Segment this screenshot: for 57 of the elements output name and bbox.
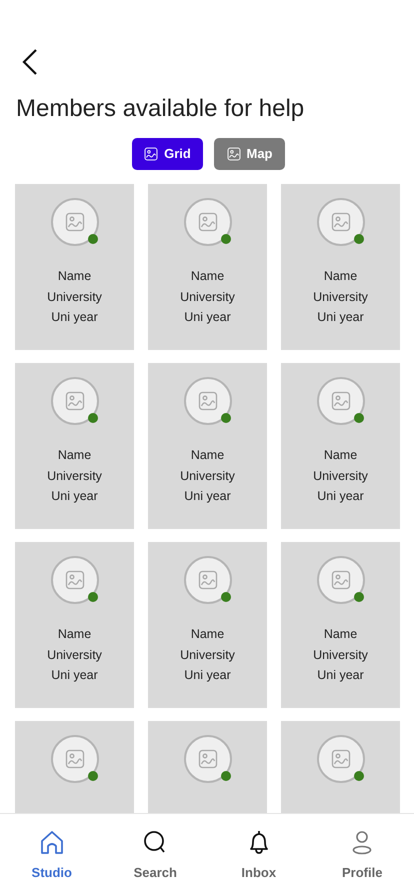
- image-icon: [330, 391, 350, 411]
- image-icon: [198, 749, 218, 769]
- image-icon: [330, 212, 350, 232]
- image-icon: [64, 749, 84, 769]
- image-icon: [64, 212, 84, 232]
- member-year: Uni year: [51, 667, 98, 684]
- member-card[interactable]: Name University Uni year: [15, 542, 134, 708]
- member-card[interactable]: Name University Uni year: [148, 542, 267, 708]
- nav-tab[interactable]: Studio: [0, 814, 104, 896]
- view-toggle-button[interactable]: Grid: [132, 138, 203, 170]
- member-year: Uni year: [184, 309, 231, 326]
- member-university: University: [47, 646, 102, 664]
- member-year: Uni year: [317, 488, 364, 505]
- member-year: Uni year: [51, 309, 98, 326]
- image-icon: [198, 391, 218, 411]
- member-year: Uni year: [184, 488, 231, 505]
- member-university: University: [180, 288, 235, 306]
- member-name: Name: [324, 268, 358, 285]
- member-card[interactable]: Name University Uni year: [148, 363, 267, 529]
- member-name: Name: [190, 626, 224, 643]
- image-icon: [330, 749, 350, 769]
- member-card[interactable]: Name University Uni year: [281, 363, 400, 529]
- image-icon: [64, 570, 84, 590]
- member-card[interactable]: Name University Uni year: [15, 363, 134, 529]
- member-year: Uni year: [184, 667, 231, 684]
- image-icon: [198, 570, 218, 590]
- member-university: University: [180, 646, 235, 664]
- member-university: University: [47, 468, 102, 485]
- member-name: Name: [190, 268, 224, 285]
- member-year: Uni year: [317, 667, 364, 684]
- member-university: University: [47, 288, 102, 306]
- member-name: Name: [58, 626, 92, 643]
- view-toggle-button[interactable]: Map: [214, 138, 285, 170]
- member-university: University: [313, 288, 368, 306]
- member-university: University: [180, 468, 235, 485]
- member-name: Name: [324, 447, 358, 464]
- member-card[interactable]: Name University Uni year: [281, 542, 400, 708]
- member-name: Name: [58, 268, 92, 285]
- member-card[interactable]: Name University Uni year: [148, 184, 267, 350]
- member-card[interactable]: Name University Uni year: [281, 184, 400, 350]
- member-year: Uni year: [317, 309, 364, 326]
- image-icon: [198, 212, 218, 232]
- member-name: Name: [324, 626, 358, 643]
- image-icon: [330, 570, 350, 590]
- member-university: University: [313, 468, 368, 485]
- member-year: Uni year: [51, 488, 98, 505]
- member-card[interactable]: Name University Uni year: [15, 184, 134, 350]
- member-name: Name: [58, 447, 92, 464]
- image-icon: [226, 147, 240, 161]
- nav-tab[interactable]: Inbox: [207, 814, 310, 896]
- page-title: Members available for help: [16, 94, 304, 124]
- member-university: University: [313, 646, 368, 664]
- nav-tab[interactable]: Profile: [310, 814, 414, 896]
- member-name: Name: [190, 447, 224, 464]
- image-icon: [144, 147, 158, 161]
- nav-tab[interactable]: Search: [104, 814, 207, 896]
- image-icon: [64, 391, 84, 411]
